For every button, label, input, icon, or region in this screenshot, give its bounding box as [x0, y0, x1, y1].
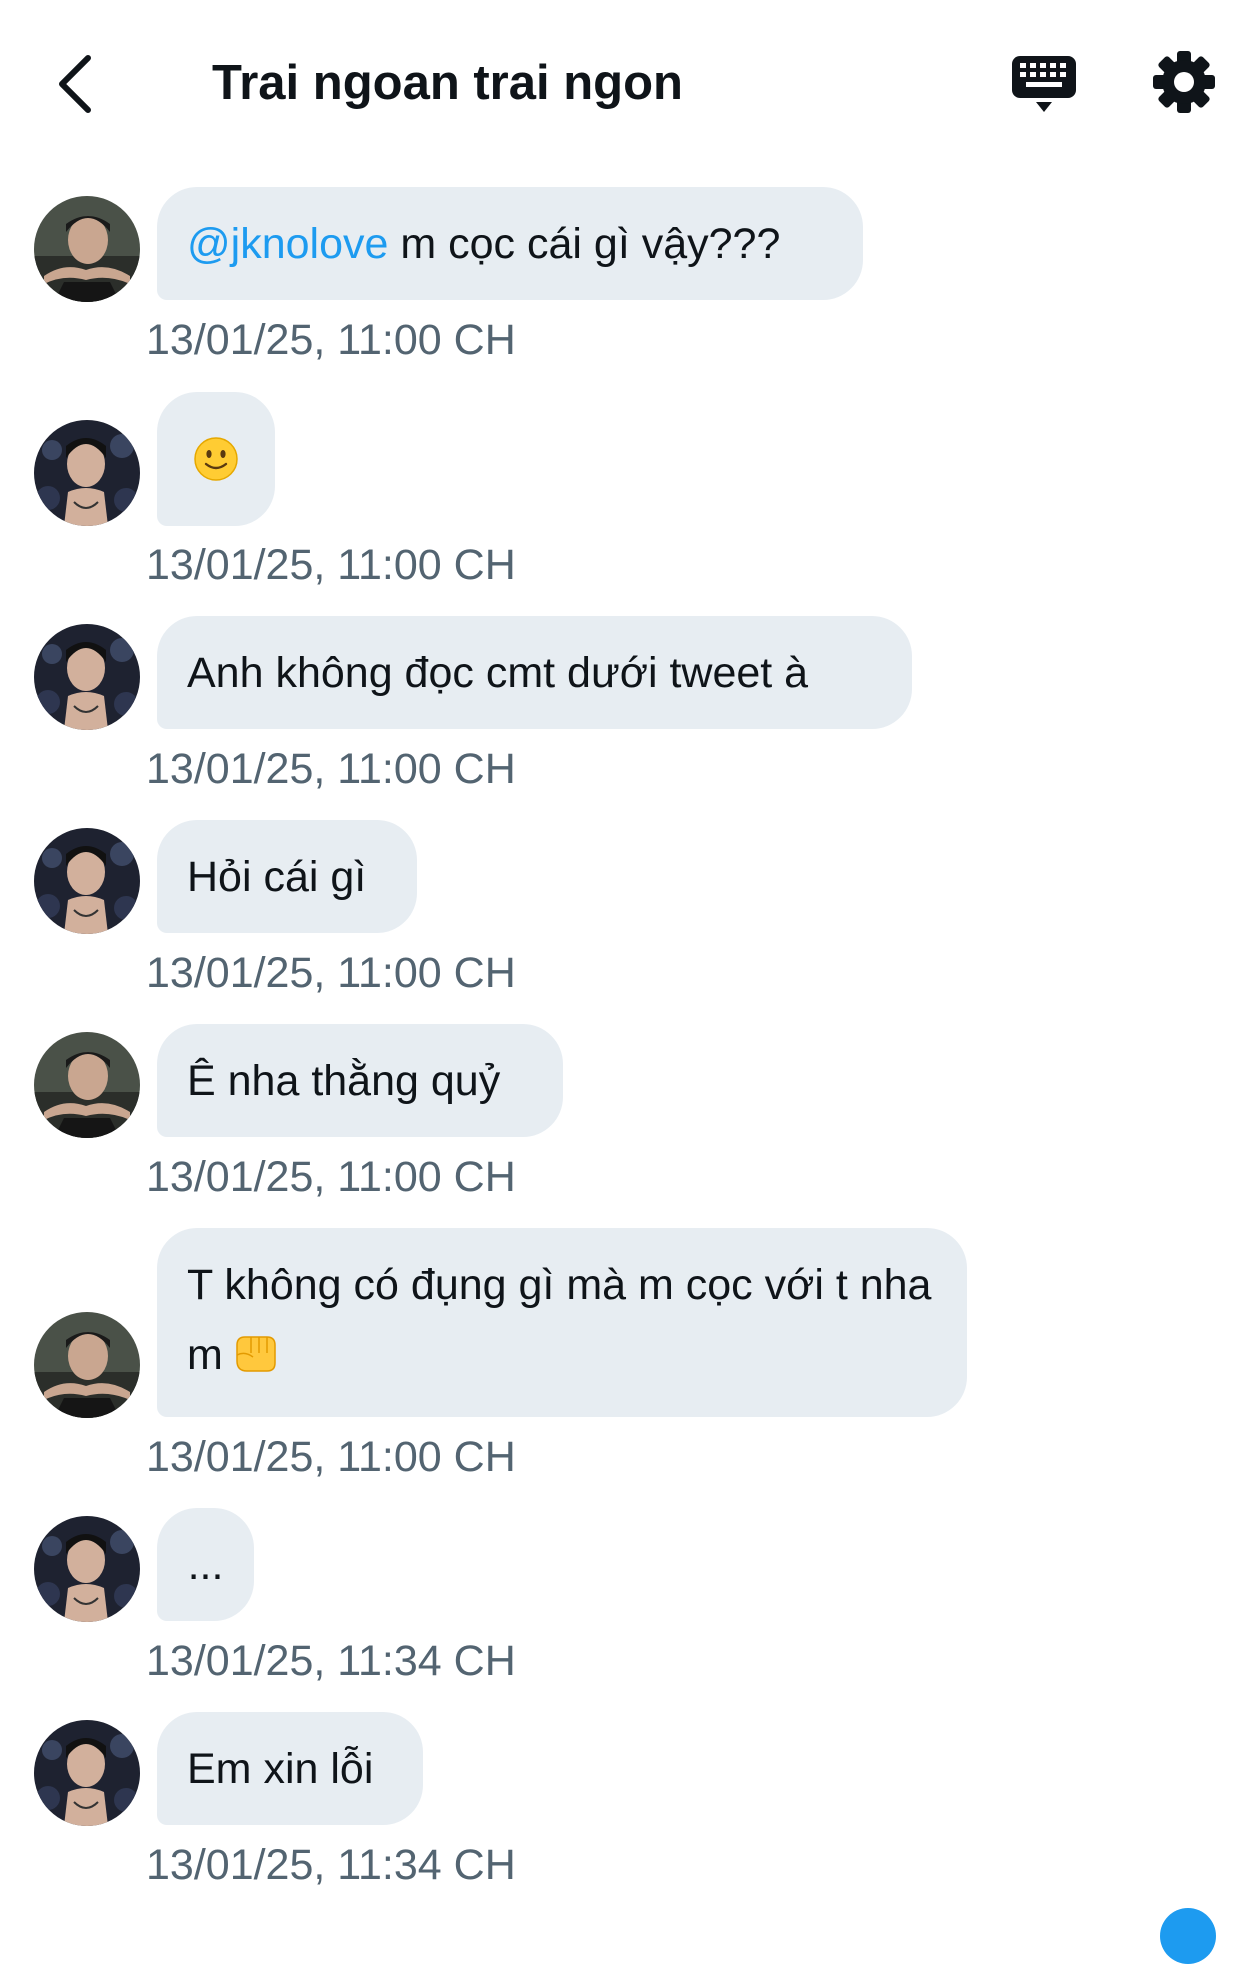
avatar[interactable]: [34, 420, 140, 526]
avatar-b-image: [34, 1516, 140, 1622]
avatar[interactable]: [34, 196, 140, 302]
page-title: Trai ngoan trai ngon: [212, 56, 683, 110]
message-bubble[interactable]: [157, 392, 275, 526]
message-timestamp: 13/01/25, 11:00 CH: [146, 316, 516, 364]
avatar[interactable]: [34, 1720, 140, 1826]
message-bubble[interactable]: ...: [157, 1508, 254, 1621]
message-text: Hỏi cái gì: [187, 852, 367, 901]
back-button[interactable]: [34, 44, 114, 124]
message-text: m cọc cái gì vậy???: [388, 219, 781, 268]
message-text: Anh không đọc cmt dưới tweet à: [187, 648, 809, 697]
message-bubble[interactable]: Hỏi cái gì: [157, 820, 417, 933]
keyboard-button[interactable]: [1008, 52, 1080, 116]
avatar-b-image: [34, 420, 140, 526]
conversation-header: Trai ngoan trai ngon: [0, 0, 1254, 160]
mention-link[interactable]: @jknolove: [187, 209, 388, 279]
message-timestamp: 13/01/25, 11:34 CH: [146, 1637, 516, 1685]
message-bubble[interactable]: Anh không đọc cmt dưới tweet à: [157, 616, 912, 729]
scroll-to-bottom-button[interactable]: [1160, 1908, 1216, 1964]
avatar[interactable]: [34, 1516, 140, 1622]
message-timestamp: 13/01/25, 11:00 CH: [146, 1153, 516, 1201]
slightly-smiling-face-emoji: [194, 437, 238, 481]
chevron-left-icon: [59, 55, 91, 113]
message-timestamp: 13/01/25, 11:00 CH: [146, 949, 516, 997]
avatar[interactable]: [34, 624, 140, 730]
gear-icon: [1153, 51, 1215, 113]
message-bubble[interactable]: Em xin lỗi: [157, 1712, 423, 1825]
keyboard-icon: [1012, 56, 1076, 112]
message-text: ...: [187, 1540, 224, 1589]
settings-button[interactable]: [1148, 46, 1220, 118]
left-facing-fist-emoji: [236, 1336, 276, 1372]
message-bubble[interactable]: T không có đụng gì mà m cọc với t nha m: [157, 1228, 967, 1417]
message-bubble[interactable]: @jknolove m cọc cái gì vậy???: [157, 187, 863, 300]
avatar-a-image: [34, 196, 140, 302]
avatar[interactable]: [34, 1312, 140, 1418]
message-timestamp: 13/01/25, 11:00 CH: [146, 745, 516, 793]
avatar[interactable]: [34, 1032, 140, 1138]
message-timestamp: 13/01/25, 11:34 CH: [146, 1841, 516, 1889]
avatar-b-image: [34, 1720, 140, 1826]
message-bubble[interactable]: Ê nha thằng quỷ: [157, 1024, 563, 1137]
avatar-b-image: [34, 828, 140, 934]
message-text: Em xin lỗi: [187, 1744, 374, 1793]
message-timestamp: 13/01/25, 11:00 CH: [146, 1433, 516, 1481]
message-timestamp: 13/01/25, 11:00 CH: [146, 541, 516, 589]
message-text: Ê nha thằng quỷ: [187, 1056, 501, 1105]
avatar-a-image: [34, 1032, 140, 1138]
message-text: T không có đụng gì mà m cọc với t nha m: [187, 1261, 932, 1379]
avatar[interactable]: [34, 828, 140, 934]
avatar-a-image: [34, 1312, 140, 1418]
avatar-b-image: [34, 624, 140, 730]
